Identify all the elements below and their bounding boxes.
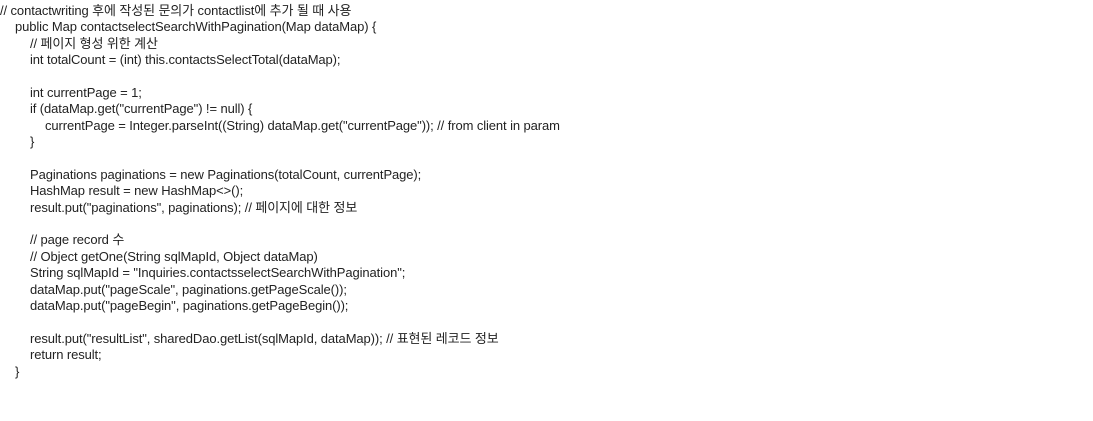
code-block: // contactwriting 후에 작성된 문의가 contactlist… <box>0 0 1093 421</box>
code-line: } <box>15 363 20 379</box>
code-line: // 페이지 형성 위한 계산 <box>30 35 158 51</box>
code-line: // contactwriting 후에 작성된 문의가 contactlist… <box>0 3 352 18</box>
code-line: int currentPage = 1; <box>30 84 142 100</box>
code-line: } <box>30 134 35 150</box>
code-line: return result; <box>30 347 102 363</box>
code-line: int totalCount = (int) this.contactsSele… <box>30 52 341 68</box>
code-line: HashMap result = new HashMap<>(); <box>30 183 244 199</box>
code-line: String sqlMapId = "Inquiries.contactssel… <box>30 265 406 281</box>
code-line: dataMap.put("pageBegin", paginations.get… <box>30 298 349 314</box>
code-line: dataMap.put("pageScale", paginations.get… <box>30 281 347 297</box>
code-line: public Map contactselectSearchWithPagina… <box>15 19 377 35</box>
code-line: // page record 수 <box>30 232 125 248</box>
code-line: if (dataMap.get("currentPage") != null) … <box>30 101 253 117</box>
code-line: result.put("paginations", paginations); … <box>30 199 358 215</box>
code-line: // Object getOne(String sqlMapId, Object… <box>30 248 318 264</box>
code-line: currentPage = Integer.parseInt((String) … <box>45 117 560 133</box>
code-line: Paginations paginations = new Pagination… <box>30 166 422 182</box>
code-line: result.put("resultList", sharedDao.getLi… <box>30 330 499 346</box>
